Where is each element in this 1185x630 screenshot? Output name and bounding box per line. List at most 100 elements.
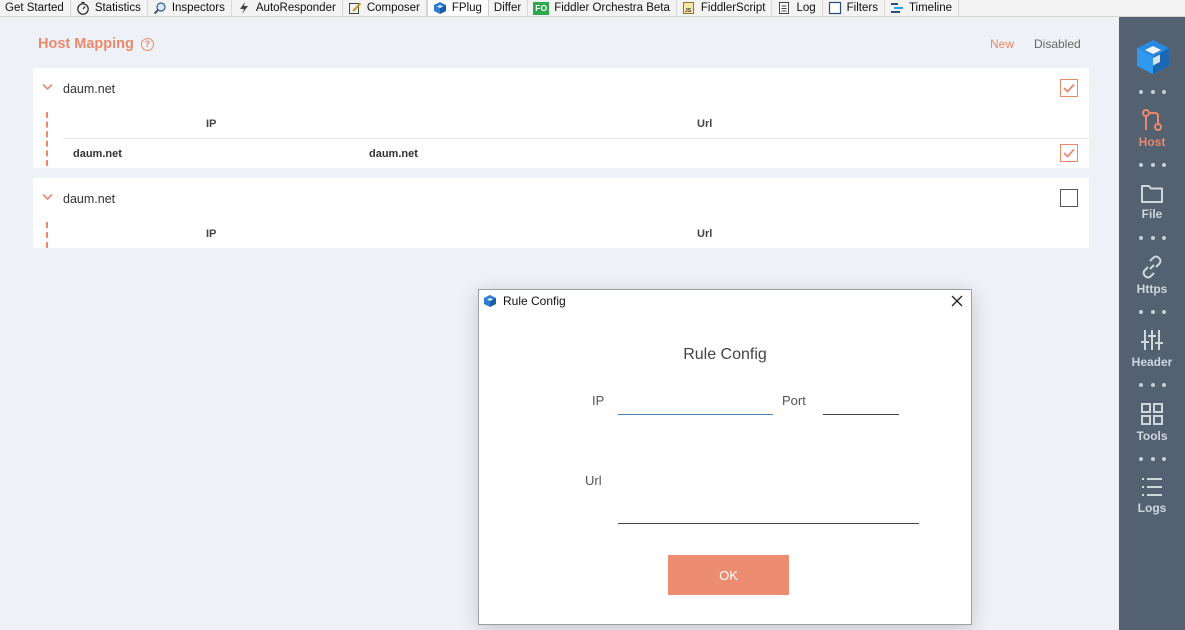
tree-connector — [46, 112, 48, 166]
tab-label: FPlug — [451, 2, 482, 14]
tab-log[interactable]: Log — [772, 0, 823, 16]
ip-label: IP — [592, 393, 605, 408]
column-header-url: Url — [697, 118, 713, 130]
cube-icon — [484, 295, 496, 307]
sidebar-item-label: Https — [1136, 282, 1168, 296]
link-icon — [1142, 255, 1162, 279]
tab-label: Differ — [493, 2, 522, 14]
document-icon — [777, 1, 791, 15]
rule-card: daum.net IP Url daum.net daum.net — [33, 68, 1089, 168]
divider-dots — [1139, 163, 1166, 168]
row-ip-cell: daum.net — [73, 148, 122, 160]
chevron-down-icon[interactable] — [42, 83, 53, 91]
divider-dots — [1139, 236, 1166, 241]
divider-dots — [1139, 90, 1166, 95]
tab-fiddler-orchestra[interactable]: FO Fiddler Orchestra Beta — [528, 0, 677, 16]
sidebar-item-label: Tools — [1136, 429, 1168, 443]
ok-button[interactable]: OK — [668, 555, 789, 595]
dialog-heading: Rule Config — [683, 346, 767, 363]
folder-icon — [1141, 185, 1163, 203]
timeline-icon — [890, 1, 904, 15]
sidebar-item-https[interactable]: Https — [1119, 255, 1185, 296]
tab-fplug[interactable]: FPlug — [426, 0, 489, 16]
fo-badge: FO — [535, 3, 548, 13]
tab-statistics[interactable]: Statistics — [71, 0, 148, 16]
ip-input[interactable] — [618, 393, 773, 415]
url-label: Url — [585, 473, 602, 488]
magnifier-icon — [153, 1, 167, 15]
tab-strip: Get Started Statistics Inspectors AutoRe… — [0, 0, 1185, 17]
tab-timeline[interactable]: Timeline — [885, 0, 959, 16]
tab-label: Get Started — [5, 2, 64, 14]
dialog-window-title: Rule Config — [503, 294, 566, 308]
tab-autoresponder[interactable]: AutoResponder — [232, 0, 343, 16]
checkbox-icon — [828, 1, 842, 15]
svg-text:JS: JS — [685, 8, 692, 14]
divider-dots — [1139, 310, 1166, 315]
sidebar-item-logs[interactable]: Logs — [1119, 476, 1185, 515]
help-icon[interactable]: ? — [140, 37, 154, 51]
url-input[interactable] — [618, 502, 919, 524]
tab-label: Log — [796, 2, 816, 14]
tab-label: AutoResponder — [255, 2, 336, 14]
page-title: Host Mapping ? — [38, 36, 154, 52]
divider-dots — [1139, 383, 1166, 388]
rule-enabled-checkbox[interactable] — [1060, 79, 1078, 97]
sidebar-item-label: Header — [1131, 355, 1173, 369]
rule-card-header[interactable]: daum.net — [33, 178, 1089, 218]
sidebar-item-label: File — [1141, 207, 1163, 221]
tab-label: Fiddler Orchestra Beta — [554, 2, 670, 14]
tab-label: Inspectors — [171, 2, 225, 14]
sidebar-item-label: Logs — [1137, 501, 1167, 515]
pencil-icon — [348, 1, 362, 15]
checkmark-icon — [1063, 148, 1075, 158]
rule-card-header[interactable]: daum.net — [33, 68, 1089, 108]
close-icon[interactable] — [950, 294, 964, 308]
list-icon — [1142, 478, 1162, 496]
tab-label: Filters — [846, 2, 878, 14]
tab-inspectors[interactable]: Inspectors — [148, 0, 232, 16]
sidebar: Host File Https Header Tools Logs — [1119, 17, 1185, 630]
tab-label: Timeline — [908, 2, 952, 14]
rule-enabled-checkbox[interactable] — [1060, 189, 1078, 207]
divider-dots — [1139, 457, 1166, 462]
tab-composer[interactable]: Composer — [343, 0, 427, 16]
rule-card: daum.net IP Url — [33, 178, 1089, 248]
tab-fiddlerscript[interactable]: JS FiddlerScript — [677, 0, 773, 16]
lightning-icon — [237, 1, 251, 15]
cube-icon — [433, 1, 447, 15]
port-input[interactable] — [823, 393, 899, 415]
tab-label: Statistics — [94, 2, 141, 14]
column-header-url: Url — [697, 228, 713, 240]
sidebar-item-file[interactable]: File — [1119, 182, 1185, 221]
fplug-logo-icon — [1137, 40, 1169, 74]
row-divider — [63, 138, 1089, 139]
branch-icon — [1142, 109, 1162, 131]
sidebar-item-host[interactable]: Host — [1119, 108, 1185, 149]
tab-filters[interactable]: Filters — [823, 0, 885, 16]
fo-icon: FO — [533, 1, 550, 15]
page-title-text: Host Mapping — [38, 36, 134, 52]
tab-get-started[interactable]: Get Started — [0, 0, 71, 16]
rule-config-dialog: Rule Config Rule Config IP Port Url OK — [478, 289, 972, 625]
tree-connector — [46, 222, 48, 248]
port-label: Port — [782, 393, 806, 408]
checkmark-icon — [1063, 83, 1075, 93]
row-enabled-checkbox[interactable] — [1060, 144, 1078, 162]
sidebar-item-header[interactable]: Header — [1119, 328, 1185, 369]
filter-new-button[interactable]: New — [990, 37, 1014, 51]
filter-disabled-button[interactable]: Disabled — [1034, 37, 1081, 51]
rule-host-name: daum.net — [63, 192, 116, 206]
sidebar-item-tools[interactable]: Tools — [1119, 402, 1185, 443]
column-header-ip: IP — [206, 118, 217, 130]
grid-icon — [1141, 403, 1163, 425]
dialog-titlebar[interactable]: Rule Config — [479, 290, 971, 314]
stopwatch-icon — [76, 1, 90, 15]
rule-host-name: daum.net — [63, 82, 116, 96]
tab-differ[interactable]: Differ — [489, 0, 529, 16]
js-icon: JS — [682, 1, 696, 15]
sidebar-item-label: Host — [1138, 135, 1166, 149]
chevron-down-icon[interactable] — [42, 193, 53, 201]
column-header-ip: IP — [206, 228, 217, 240]
tab-label: Composer — [366, 2, 420, 14]
